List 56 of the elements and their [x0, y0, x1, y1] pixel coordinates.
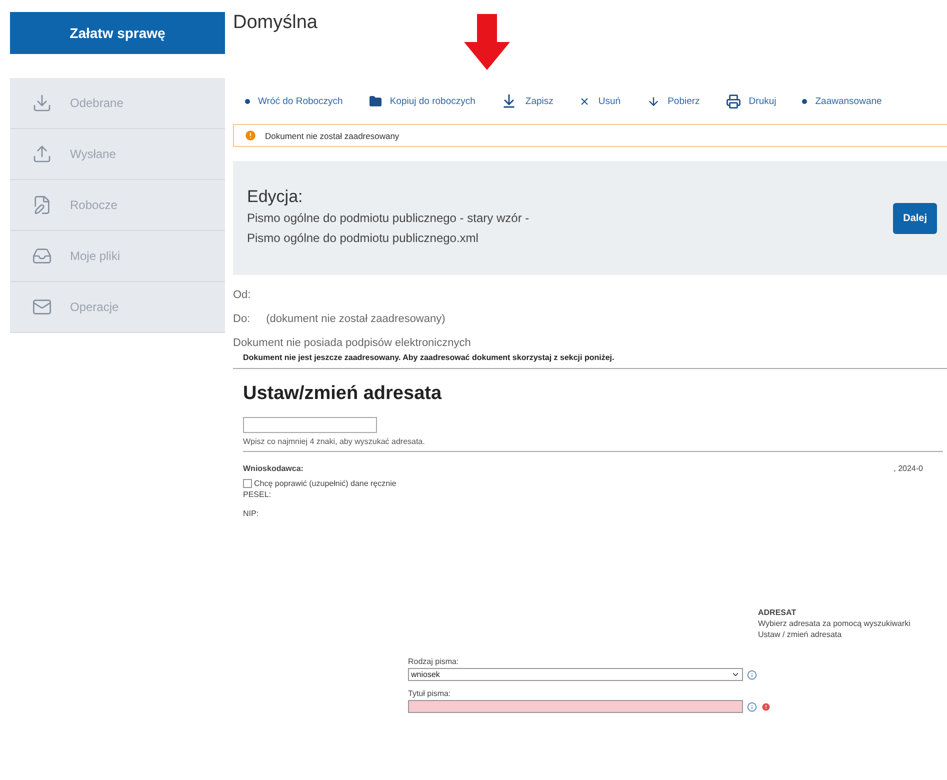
toolbar-link[interactable]: Zaawansowane: [802, 88, 882, 114]
info-icon: [747, 670, 757, 680]
download-icon: [646, 94, 660, 108]
warning-text: Dokument nie został zaadresowany: [265, 130, 400, 140]
type-select[interactable]: wniosek: [408, 668, 743, 681]
pesel-label: PESEL:: [243, 490, 272, 499]
to-value: (dokument nie został zaadresowany): [266, 313, 446, 325]
type-label: Rodzaj pisma:: [408, 657, 460, 666]
title-label: Tytuł pisma:: [408, 689, 452, 698]
sidebar-item-label: Moje pliki: [70, 249, 120, 263]
chevron-icon: [731, 670, 740, 679]
toolbar-link[interactable]: Usuń: [579, 88, 621, 114]
folder-icon: [368, 94, 382, 108]
toolbar-link[interactable]: Pobierz: [646, 88, 700, 114]
correct-data-checkbox[interactable]: Chcę poprawić (uzupełnić) dane ręcznie: [243, 479, 947, 488]
page-title: Domyślna: [233, 12, 318, 34]
download-icon: [32, 93, 52, 113]
file-edit-icon: [32, 195, 52, 215]
sidebar-item-label: Robocze: [70, 198, 118, 212]
edit-heading: Edycja:: [247, 187, 304, 208]
tray-icon: [32, 246, 52, 266]
document-name: Pismo ogólne do podmiotu publicznego - stary wzór - Pismo ogólne do podmiotu publicznego.xml: [247, 210, 530, 247]
error-icon: [761, 702, 771, 712]
sidebar-item-label: Operacje: [70, 300, 119, 314]
nip-label: NIP:: [243, 509, 260, 518]
warning-icon: [244, 129, 257, 142]
upload-icon: [32, 144, 52, 164]
info-icon: [747, 702, 757, 712]
applicant-label: Wnioskodawca:: [243, 464, 304, 473]
from-label: Od:: [233, 289, 252, 301]
arrow-annotation-icon: [462, 14, 512, 72]
toolbar-link[interactable]: Zapisz: [501, 88, 554, 114]
search-field[interactable]: [243, 417, 377, 433]
dot-icon: [802, 98, 808, 104]
recipient-hint: Ustaw / zmień adresata: [758, 630, 843, 639]
notice-text: Dokument nie jest jeszcze zaadresowany. Aby zaadresować dokument skorzystaj z sekcji poniżej.: [233, 349, 947, 369]
search-hint: Wpisz co najmniej 4 znaki, aby wyszukać adresata.: [243, 433, 943, 452]
envelope-icon: [32, 297, 52, 317]
section-heading: Ustaw/zmień adresata: [243, 383, 443, 405]
sidebar-item-label: Wysłane: [70, 147, 116, 161]
date-text: , 2024-0: [894, 464, 923, 473]
next-button[interactable]: Dalej: [893, 202, 937, 234]
sidebar-item-label: Odebrane: [70, 96, 124, 110]
primary-action-button[interactable]: Załatw sprawę: [10, 12, 225, 54]
signature-status: Dokument nie posiada podpisów elektronicznych: [233, 337, 472, 349]
toolbar-link[interactable]: Drukuj: [726, 88, 776, 114]
title-field[interactable]: [408, 700, 743, 713]
recipient-heading: ADRESAT: [758, 608, 798, 617]
recipient-hint: Wybierz adresata za pomocą wyszukiwarki: [758, 619, 912, 628]
dot-icon: [245, 98, 250, 104]
close-icon: [579, 96, 590, 106]
toolbar-link[interactable]: Wróć do Roboczych: [245, 88, 343, 114]
to-label: Do:: [233, 313, 250, 325]
printer-icon: [726, 94, 741, 108]
toolbar-link[interactable]: Kopiuj do roboczych: [368, 88, 476, 114]
save-icon: [501, 93, 518, 109]
